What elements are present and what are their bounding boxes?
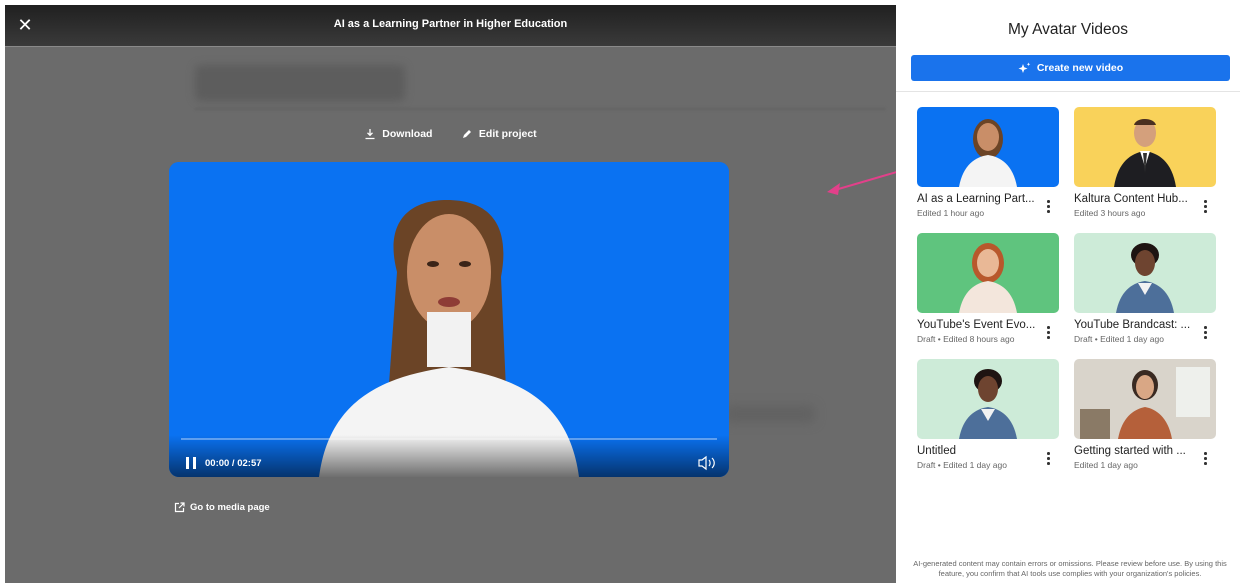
pencil-icon [462, 130, 471, 138]
go-to-media-page-link[interactable]: Go to media page [174, 502, 270, 513]
video-card[interactable]: Untitled Draft • Edited 1 day ago [917, 359, 1062, 474]
video-card-title: AI as a Learning Part... [917, 193, 1035, 205]
player-header: ✕ AI as a Learning Partner in Higher Edu… [5, 5, 896, 47]
create-new-video-button[interactable]: Create new video [911, 55, 1230, 81]
video-card[interactable]: YouTube's Event Evo... Draft • Edited 8 … [917, 233, 1062, 348]
video-thumbnail [1074, 233, 1216, 313]
video-card-meta: Draft • Edited 8 hours ago [917, 334, 1015, 344]
pause-icon[interactable] [185, 457, 197, 469]
video-card-title: Getting started with ... [1074, 445, 1186, 457]
player-actions: Download Edit project [5, 127, 896, 145]
edit-project-button[interactable]: Edit project [461, 128, 537, 140]
video-thumbnail [917, 233, 1059, 313]
create-new-video-label: Create new video [1036, 62, 1124, 74]
video-card-meta: Edited 3 hours ago [1074, 208, 1146, 218]
sparkle-icon [1018, 62, 1031, 73]
more-options-icon[interactable] [1044, 451, 1052, 467]
video-title: AI as a Learning Partner in Higher Educa… [333, 18, 568, 30]
video-thumbnail [1074, 359, 1216, 439]
app-root: ✕ AI as a Learning Partner in Higher Edu… [0, 0, 1240, 583]
blurred-background-heading [195, 65, 405, 101]
edit-project-label: Edit project [478, 128, 537, 140]
download-icon [365, 129, 375, 140]
download-label: Download [382, 128, 433, 140]
more-options-icon[interactable] [1201, 325, 1209, 341]
video-card-title: Kaltura Content Hub... [1074, 193, 1188, 205]
video-thumbnail [917, 107, 1059, 187]
panel-divider [896, 91, 1240, 92]
panel-title: My Avatar Videos [1007, 21, 1129, 38]
video-card[interactable]: YouTube Brandcast: ... Draft • Edited 1 … [1074, 233, 1219, 348]
time-display: 00:00 / 02:57 [205, 458, 262, 469]
more-options-icon[interactable] [1201, 451, 1209, 467]
video-card-meta: Draft • Edited 1 day ago [917, 460, 1007, 470]
video-card[interactable]: Kaltura Content Hub... Edited 3 hours ag… [1074, 107, 1219, 222]
video-card-meta: Edited 1 day ago [1074, 460, 1138, 470]
video-card-meta: Edited 1 hour ago [917, 208, 985, 218]
more-options-icon[interactable] [1201, 199, 1209, 215]
video-card[interactable]: AI as a Learning Part... Edited 1 hour a… [917, 107, 1062, 222]
external-link-icon [174, 502, 185, 513]
video-card-title: Untitled [917, 445, 956, 457]
video-card-meta: Draft • Edited 1 day ago [1074, 334, 1164, 344]
player-overlay: ✕ AI as a Learning Partner in Higher Edu… [5, 5, 896, 583]
video-card[interactable]: Getting started with ... Edited 1 day ag… [1074, 359, 1219, 474]
video-player[interactable]: 00:00 / 02:57 [169, 162, 729, 477]
video-thumbnail [917, 359, 1059, 439]
more-options-icon[interactable] [1044, 199, 1052, 215]
blurred-background-divider [195, 108, 885, 110]
player-controls: 00:00 / 02:57 [169, 435, 729, 477]
progress-bar[interactable] [181, 438, 717, 440]
volume-icon[interactable] [697, 455, 717, 471]
download-button[interactable]: Download [364, 128, 432, 140]
video-thumbnail [1074, 107, 1216, 187]
video-card-title: YouTube's Event Evo... [917, 319, 1036, 331]
more-options-icon[interactable] [1044, 325, 1052, 341]
video-card-title: YouTube Brandcast: ... [1074, 319, 1191, 331]
avatar-presenter-image [169, 162, 729, 477]
ai-disclaimer: AI-generated content may contain errors … [913, 559, 1227, 578]
avatar-videos-panel: My Avatar Videos Create new video AI as … [896, 0, 1240, 583]
go-to-media-page-label: Go to media page [190, 502, 270, 513]
blurred-background-element [725, 405, 815, 423]
